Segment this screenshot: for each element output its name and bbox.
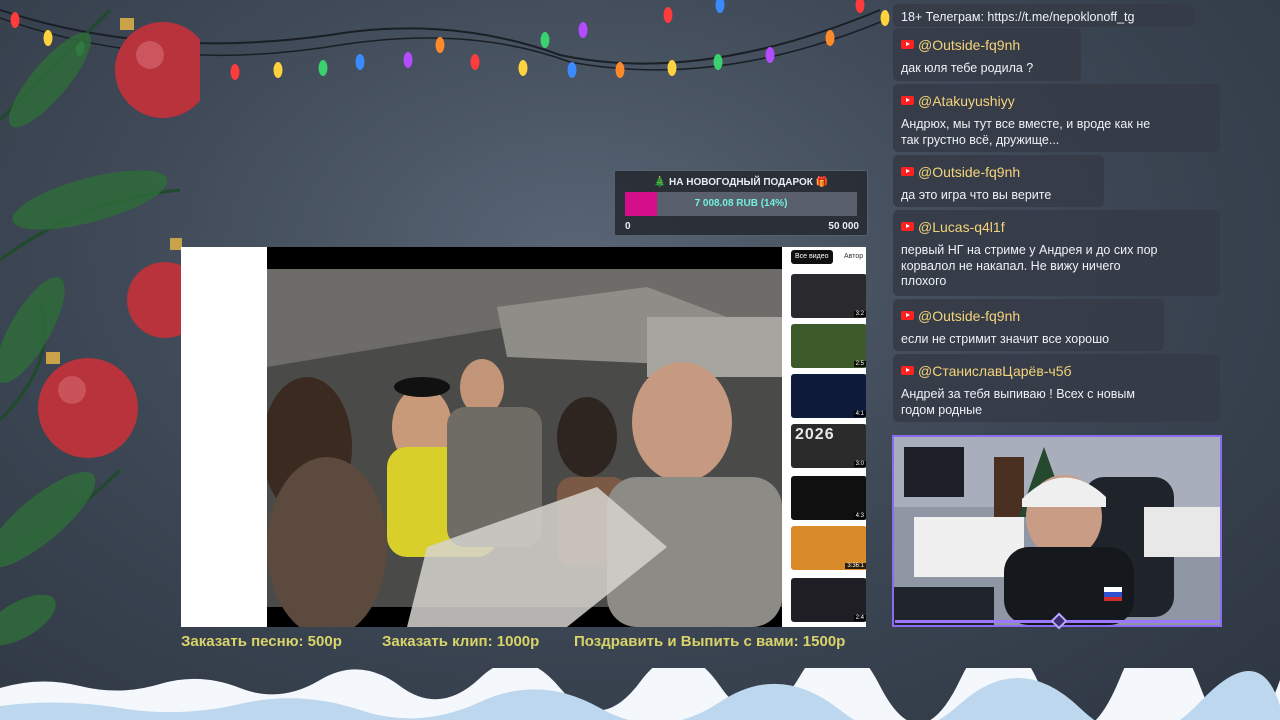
chat-author[interactable]: @СтаниславЦарёв-ч5б — [918, 363, 1072, 379]
light-bulb — [435, 37, 445, 53]
video-thumbnail[interactable]: 2:5 — [791, 324, 866, 368]
price-song: Заказать песню: 500р — [181, 633, 342, 650]
chat-message-line: годом родные — [901, 402, 983, 417]
youtube-icon — [901, 167, 914, 176]
light-bulb — [318, 60, 328, 76]
youtube-icon — [901, 222, 914, 231]
chat-message-text: Андрей за тебя выпиваю ! Всех с новым год… — [901, 387, 1212, 418]
chat-pinned-message: 18+ Телеграм: https://t.me/nepoklonoff_t… — [893, 4, 1195, 27]
video-duration: 3:36:1 — [845, 563, 866, 569]
thumbnail-caption: 2026 — [795, 426, 835, 443]
pinned-text: 18+ Телеграм: https://t.me/nepoklonoff_t… — [901, 10, 1135, 24]
light-bulb — [470, 54, 480, 70]
chat-message-line: да это игра что вы верите — [901, 188, 1052, 202]
chat-author[interactable]: @Outside-fq9nh — [918, 37, 1020, 53]
chat-message-header: @Atakuyushiyy — [901, 93, 1015, 109]
chat-message-text: если не стримит значит все хорошо — [901, 332, 1156, 348]
youtube-icon — [901, 40, 914, 49]
donation-amount: 7 008.08 RUB (14%) — [694, 198, 788, 209]
light-bulb — [715, 0, 725, 13]
light-bulb — [578, 22, 588, 38]
video-duration: 4:1 — [853, 411, 866, 417]
chat-message: @Outside-fq9nh если не стримит значит все… — [893, 299, 1164, 351]
chat-message-line: корвалол не накапал. Не вижу ничего — [901, 258, 1121, 273]
pine-branches-decoration — [0, 8, 200, 646]
chat-message-header: @Outside-fq9nh — [901, 308, 1020, 324]
chat-message-line: дак юля тебе родила ? — [901, 61, 1034, 75]
snow-border-decoration — [0, 668, 1280, 720]
chat-message: @Outside-fq9nh да это игра что вы верите — [893, 155, 1104, 207]
video-thumbnail[interactable]: 4:1 — [791, 374, 866, 418]
video-player[interactable] — [267, 247, 782, 627]
light-bulb — [518, 60, 528, 76]
light-bulb — [855, 0, 865, 13]
video-thumbnail[interactable]: 2:4 — [791, 578, 866, 622]
price-list: Заказать песню: 500р Заказать клип: 1000… — [181, 633, 871, 653]
chat-message-line: так грустно всё, дружище... — [901, 132, 1060, 147]
light-bulb — [403, 52, 413, 68]
webcam-feed — [894, 437, 1220, 625]
chat-message-header: @Outside-fq9nh — [901, 37, 1020, 53]
video-thumbnail[interactable]: 3:2 — [791, 274, 866, 318]
light-bulb — [825, 30, 835, 46]
price-clip: Заказать клип: 1000р — [382, 633, 540, 650]
chat-message-line: первый НГ на стриме у Андрея и до сих по… — [901, 243, 1158, 257]
youtube-icon — [901, 366, 914, 375]
chat-message-text: Андрюх, мы тут все вместе, и вроде как н… — [901, 117, 1212, 148]
light-bulb — [765, 47, 775, 63]
filter-chip-all-videos[interactable]: Все видео — [791, 250, 833, 264]
light-bulb — [880, 10, 890, 26]
video-thumbnail[interactable]: 4:3 — [791, 476, 866, 520]
video-duration: 4:3 — [853, 513, 866, 519]
donation-progress-bar: 7 008.08 RUB (14%) — [625, 192, 857, 216]
youtube-icon — [901, 96, 914, 105]
related-videos-sidebar: Все видео Автор 3:2 2:5 4:1 2026 3:0 4:3 3:36:… — [782, 247, 866, 627]
chat-author[interactable]: @Lucas-q4l1f — [918, 219, 1005, 235]
chat-message-line: Андрей за тебя выпиваю ! Всех с новым — [901, 387, 1135, 401]
chat-message: @Atakuyushiyy Андрюх, мы тут все вместе, … — [893, 84, 1220, 152]
chat-message-line: Андрюх, мы тут все вместе, и вроде как н… — [901, 117, 1151, 131]
donation-min-label: 0 — [625, 221, 631, 232]
donation-goal-title: 🎄 НА НОВОГОДНЫЙ ПОДАРОК 🎁 — [653, 177, 829, 188]
chat-message-text: да это игра что вы верите — [901, 188, 1096, 204]
light-bulb — [230, 64, 240, 80]
browser-capture: Все видео Автор 3:2 2:5 4:1 2026 3:0 4:3 3:36:… — [181, 247, 866, 627]
webcam-overlay — [892, 435, 1222, 627]
filter-chip-author[interactable]: Автор — [840, 250, 866, 264]
chat-message-line: если не стримит значит все хорошо — [901, 332, 1110, 346]
video-duration: 3:2 — [853, 311, 866, 317]
chat-message: @Lucas-q4l1f первый НГ на стриме у Андрея… — [893, 210, 1220, 296]
video-duration: 2:4 — [853, 615, 866, 621]
light-bulb — [667, 60, 677, 76]
chat-message-line: плохого — [901, 274, 947, 288]
video-duration: 3:0 — [853, 461, 866, 467]
donation-max-label: 50 000 — [828, 221, 859, 232]
video-duration: 2:5 — [853, 361, 866, 367]
light-bulb — [615, 62, 625, 78]
chat-message-header: @Outside-fq9nh — [901, 164, 1020, 180]
chat-message-text: первый НГ на стриме у Андрея и до сих по… — [901, 243, 1212, 290]
light-bulb — [540, 32, 550, 48]
chat-message-text: дак юля тебе родила ? — [901, 61, 1073, 77]
chat-message-header: @СтаниславЦарёв-ч5б — [901, 363, 1072, 379]
donation-goal-widget: 🎄 НА НОВОГОДНЫЙ ПОДАРОК 🎁 7 008.08 RUB (… — [614, 170, 868, 236]
video-thumbnail[interactable]: 3:36:1 — [791, 526, 866, 570]
light-bulb — [567, 62, 577, 78]
light-bulb — [713, 54, 723, 70]
youtube-icon — [901, 311, 914, 320]
price-congrats: Поздравить и Выпить с вами: 1500р — [574, 633, 846, 650]
chat-message: @СтаниславЦарёв-ч5б Андрей за тебя выпива… — [893, 354, 1220, 422]
light-bulb — [273, 62, 283, 78]
video-thumbnail[interactable]: 2026 3:0 — [791, 424, 866, 468]
chat-message-header: @Lucas-q4l1f — [901, 219, 1005, 235]
chat-message: @Outside-fq9nh дак юля тебе родила ? — [893, 28, 1081, 81]
chat-author[interactable]: @Atakuyushiyy — [918, 93, 1015, 109]
chat-author[interactable]: @Outside-fq9nh — [918, 308, 1020, 324]
light-bulb — [355, 54, 365, 70]
video-frame — [267, 247, 782, 627]
chat-author[interactable]: @Outside-fq9nh — [918, 164, 1020, 180]
light-bulb — [663, 7, 673, 23]
